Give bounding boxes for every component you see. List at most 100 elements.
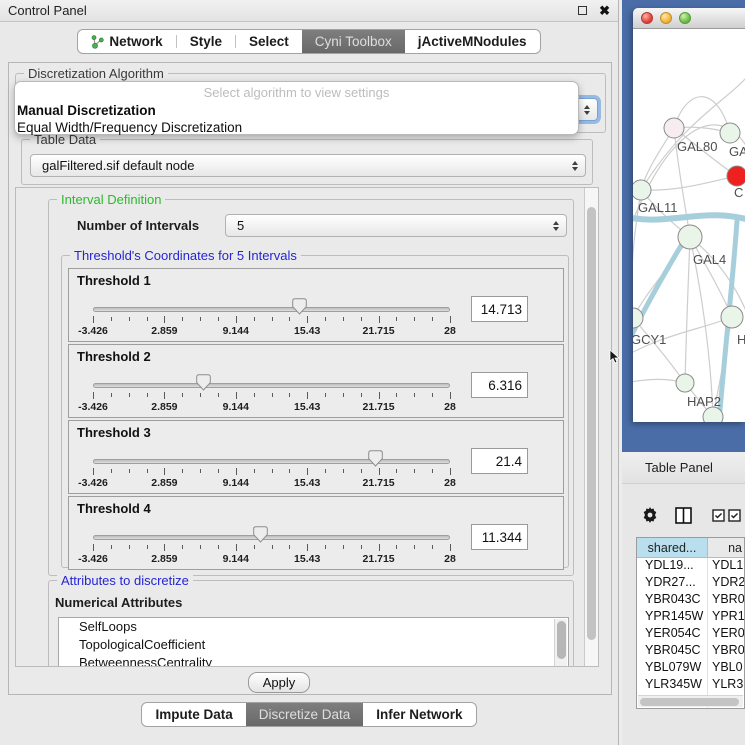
table-header-row: shared... na	[637, 538, 744, 558]
node-attribute-table[interactable]: shared... na YDL19...YDL1YDR27...YDR2YBR…	[636, 537, 745, 709]
cell-name[interactable]: YPR1	[708, 609, 744, 626]
close-light-icon[interactable]	[641, 12, 653, 24]
tab-select[interactable]: Select	[236, 30, 302, 53]
apply-button[interactable]: Apply	[248, 672, 310, 693]
network-edge[interactable]	[641, 128, 674, 190]
threshold-slider-track[interactable]	[93, 383, 450, 388]
bottom-tab-infer-network[interactable]: Infer Network	[363, 703, 475, 726]
tab-label: Discretize Data	[259, 707, 351, 722]
network-edge[interactable]	[685, 237, 690, 383]
table-row[interactable]: YDL19...YDL1	[637, 558, 744, 575]
table-row[interactable]: YBR043CYBR0	[637, 592, 744, 609]
network-node-c[interactable]	[727, 166, 745, 186]
split-columns-icon[interactable]	[675, 507, 692, 524]
tab-cyni-toolbox[interactable]: Cyni Toolbox	[302, 30, 405, 53]
cell-name[interactable]: YBL0	[708, 660, 744, 677]
network-node-gal80[interactable]	[664, 118, 684, 138]
threshold-slider-thumb[interactable]	[253, 526, 268, 543]
network-edge-thick[interactable]	[633, 215, 745, 221]
network-canvas[interactable]: GAL80GACGAL11GAL4GCY1HHAP2	[633, 29, 745, 422]
table-row[interactable]: YPR145WYPR1	[637, 609, 744, 626]
combo-stepper-icon	[572, 161, 578, 171]
attribute-list-item[interactable]: SelfLoops	[59, 618, 568, 636]
threshold-slider-thumb[interactable]	[196, 374, 211, 391]
network-edge[interactable]	[641, 176, 737, 190]
close-icon[interactable]: ✖	[599, 4, 610, 17]
cell-shared-name[interactable]: YER054C	[637, 626, 708, 643]
threshold-value-field[interactable]: 11.344	[471, 524, 528, 550]
cell-shared-name[interactable]: YBR045C	[637, 643, 708, 660]
threshold-value-field[interactable]: 14.713	[471, 296, 528, 322]
column-header-name[interactable]: na	[708, 538, 744, 557]
network-edge[interactable]	[633, 318, 685, 383]
tab-network[interactable]: Network	[78, 30, 175, 53]
cell-name[interactable]: YLR3	[708, 677, 744, 694]
network-node-hap2[interactable]	[676, 374, 694, 392]
tab-jactivemnodules[interactable]: jActiveMNodules	[405, 30, 540, 53]
cell-name[interactable]: YER0	[708, 626, 744, 643]
table-panel: Table Panel	[622, 452, 745, 745]
table-horizontal-scrollbar[interactable]	[638, 695, 743, 707]
attributes-scrollbar[interactable]	[554, 619, 567, 667]
cell-name[interactable]: YDR2	[708, 575, 744, 592]
number-of-intervals-combo[interactable]: 5	[225, 214, 567, 237]
table-row[interactable]: YBR045CYBR0	[637, 643, 744, 660]
threshold-slider-track[interactable]	[93, 459, 450, 464]
cell-shared-name[interactable]: YDR27...	[637, 575, 708, 592]
bottom-tab-bar: Impute Data Discretize Data Infer Network	[0, 702, 618, 727]
settings-gear-icon[interactable]	[642, 507, 658, 523]
cell-shared-name[interactable]: YLR345W	[637, 677, 708, 694]
network-node-ga[interactable]	[720, 123, 740, 143]
threshold-slider-track[interactable]	[93, 535, 450, 540]
network-node-label: H	[737, 332, 745, 347]
network-node-label: GA	[729, 144, 745, 159]
cell-shared-name[interactable]: YDL19...	[637, 558, 708, 575]
cell-name[interactable]: YBR0	[708, 592, 744, 609]
threshold-slider-thumb[interactable]	[368, 450, 383, 467]
tab-style[interactable]: Style	[177, 30, 235, 53]
table-row[interactable]: YBL079WYBL0	[637, 660, 744, 677]
threshold-value-field[interactable]: 21.4	[471, 448, 528, 474]
attribute-list-item[interactable]: BetweennessCentrality	[59, 654, 568, 667]
popup-item-equal-width-frequency[interactable]: Equal Width/Frequency Discretization	[17, 120, 569, 135]
zoom-light-icon[interactable]	[679, 12, 691, 24]
table-row[interactable]: YLR345WYLR3	[637, 677, 744, 694]
cell-name[interactable]: YBR0	[708, 643, 744, 660]
cell-shared-name[interactable]: YBL079W	[637, 660, 708, 677]
cell-shared-name[interactable]: YBR043C	[637, 592, 708, 609]
cell-name[interactable]: YDL1	[708, 558, 744, 575]
threshold-panel-3: Threshold 3-3.4262.8599.14415.4321.71528…	[68, 420, 564, 494]
attribute-list-item[interactable]: TopologicalCoefficient	[59, 636, 568, 654]
slider-tick-labels: -3.4262.8599.14415.4321.71528	[93, 477, 450, 490]
number-of-intervals-value: 5	[237, 218, 244, 233]
threshold-slider-track[interactable]	[93, 307, 450, 312]
threshold-coordinates-group: Threshold's Coordinates for 5 Intervals …	[61, 255, 569, 568]
network-node[interactable]	[703, 407, 723, 422]
threshold-slider-thumb[interactable]	[292, 298, 307, 315]
right-area: GAL80GACGAL11GAL4GCY1HHAP2 Table Panel	[622, 0, 745, 745]
threshold-value-field[interactable]: 6.316	[471, 372, 528, 398]
bottom-tab-impute-data[interactable]: Impute Data	[142, 703, 245, 726]
control-panel-window: Control Panel ✖ NetworkStyleSelectCyni T…	[0, 0, 619, 745]
network-node-gal4[interactable]	[678, 225, 702, 249]
checkbox-icon[interactable]	[728, 509, 741, 522]
network-edge[interactable]	[690, 237, 732, 317]
checkbox-icon[interactable]	[712, 509, 725, 522]
table-row[interactable]: YER054CYER0	[637, 626, 744, 643]
numerical-attributes-list[interactable]: SelfLoopsTopologicalCoefficientBetweenne…	[58, 617, 569, 667]
settings-scrollbar[interactable]	[584, 188, 598, 666]
popup-item-manual-discretization[interactable]: Manual Discretization	[17, 103, 569, 118]
table-data-combo-value: galFiltered.sif default node	[42, 158, 194, 173]
tab-label: Infer Network	[376, 707, 462, 722]
network-node-h[interactable]	[721, 306, 743, 328]
network-node-label: HAP2	[687, 394, 721, 409]
minimize-light-icon[interactable]	[660, 12, 672, 24]
table-data-combo[interactable]: galFiltered.sif default node	[30, 154, 586, 177]
network-node-gal11[interactable]	[633, 180, 651, 200]
float-window-icon[interactable]	[578, 6, 587, 15]
bottom-tab-discretize-data[interactable]: Discretize Data	[246, 703, 364, 726]
table-row[interactable]: YDR27...YDR2	[637, 575, 744, 592]
cell-shared-name[interactable]: YPR145W	[637, 609, 708, 626]
column-header-shared-name[interactable]: shared...	[637, 538, 708, 557]
slider-tick-labels: -3.4262.8599.14415.4321.71528	[93, 325, 450, 338]
